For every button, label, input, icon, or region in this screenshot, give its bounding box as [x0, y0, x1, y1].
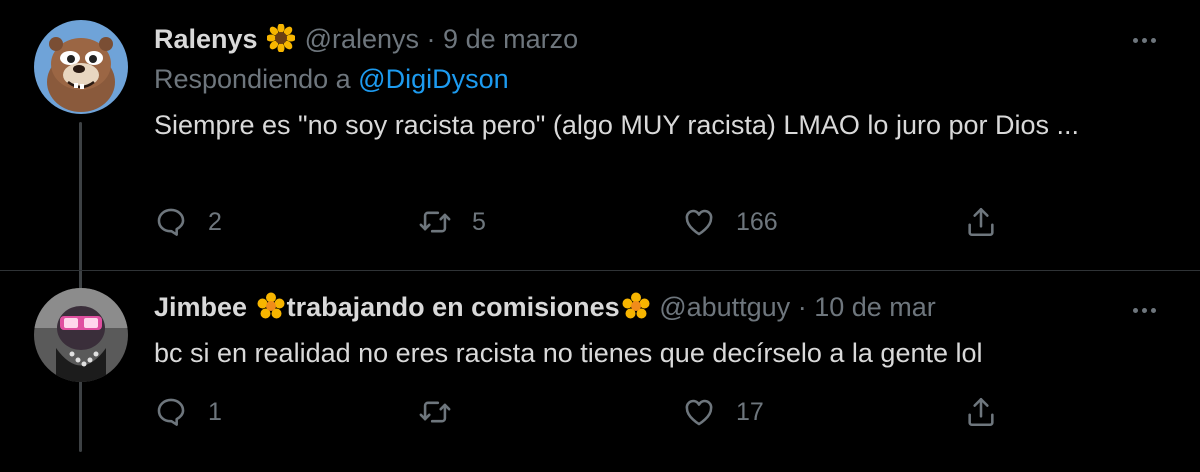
retweet-count: 5: [472, 207, 486, 236]
tweet-date[interactable]: 10 de mar: [814, 292, 936, 322]
character-avatar-image: [34, 288, 128, 382]
more-options-icon[interactable]: [1126, 30, 1162, 50]
tweet-text: bc si en realidad no eres racista no tie…: [154, 338, 983, 368]
replying-prefix: Respondiendo a: [154, 64, 359, 94]
dot-separator: ·: [419, 24, 444, 54]
display-name[interactable]: Jimbee: [154, 292, 247, 322]
user-handle[interactable]: @ralenys: [305, 24, 419, 54]
avatar[interactable]: [34, 288, 128, 382]
display-name[interactable]: Ralenys: [154, 24, 258, 54]
retweet-button[interactable]: [418, 392, 472, 432]
reply-button[interactable]: 2: [154, 202, 222, 242]
heart-icon: [685, 209, 713, 236]
display-name-suffix[interactable]: trabajando en comisiones: [287, 292, 620, 322]
replying-to: Respondiendo a @DigiDyson: [154, 64, 509, 95]
avatar[interactable]: [34, 20, 128, 114]
tweet-actions: 1 17: [154, 392, 1034, 432]
tweet-header: Jimbee trabajando en comisiones @abuttgu…: [154, 292, 936, 327]
tweet-jimbee[interactable]: Jimbee trabajando en comisiones @abuttgu…: [0, 270, 1200, 472]
reply-count: 1: [208, 397, 222, 426]
user-handle[interactable]: @abuttguy: [659, 292, 790, 322]
reply-icon: [157, 398, 185, 426]
share-icon: [968, 207, 994, 237]
share-icon: [968, 397, 994, 427]
share-button[interactable]: [964, 392, 998, 432]
share-button[interactable]: [964, 202, 998, 242]
blossom-icon: [622, 292, 650, 327]
otter-avatar-image: [34, 20, 128, 114]
reply-icon: [157, 208, 185, 236]
retweet-icon: [419, 401, 451, 423]
mention-link[interactable]: @DigiDyson: [358, 64, 508, 94]
like-count: 166: [736, 207, 778, 236]
tweet-header: Ralenys @ralenys · 9 de marzo: [154, 23, 578, 59]
tweet-actions: 2 5 166: [154, 202, 1034, 242]
more-options-icon[interactable]: [1126, 300, 1162, 320]
dot-separator: ·: [790, 292, 815, 322]
tweet-text: Siempre es "no soy racista pero" (algo M…: [154, 110, 1080, 140]
reply-button[interactable]: 1: [154, 392, 222, 432]
blossom-icon: [257, 292, 285, 327]
tweet-ralenys[interactable]: Ralenys @ralenys · 9 de marzo Respondien…: [0, 0, 1200, 270]
sunflower-icon: [266, 23, 297, 59]
heart-icon: [685, 399, 713, 426]
reply-count: 2: [208, 207, 222, 236]
like-button[interactable]: 166: [682, 202, 778, 242]
retweet-button[interactable]: 5: [418, 202, 486, 242]
like-button[interactable]: 17: [682, 392, 764, 432]
tweet-date[interactable]: 9 de marzo: [443, 24, 578, 54]
retweet-icon: [419, 211, 451, 233]
like-count: 17: [736, 397, 764, 426]
